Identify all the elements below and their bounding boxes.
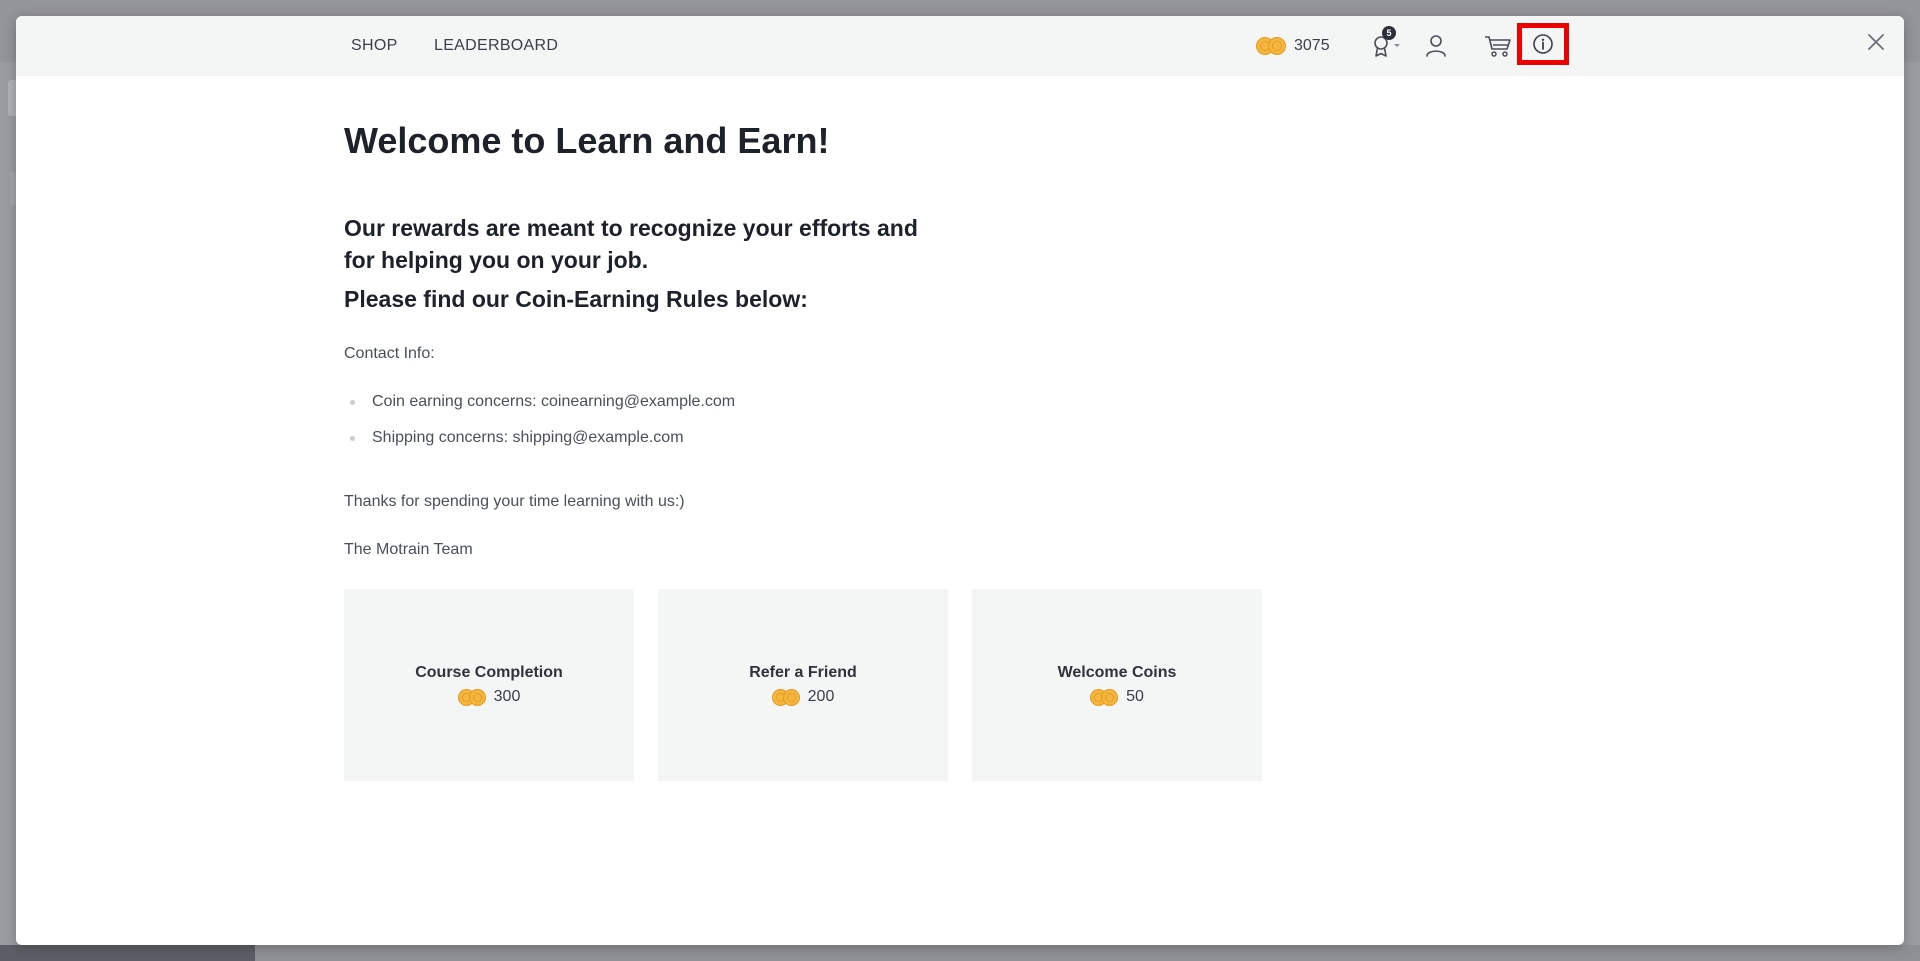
close-button[interactable] bbox=[1864, 30, 1888, 54]
contact-item-coin-earning: Coin earning concerns: coinearning@examp… bbox=[344, 393, 735, 429]
coin-balance: 3075 bbox=[1256, 16, 1330, 76]
coin-balance-value: 3075 bbox=[1294, 37, 1330, 54]
cart-button[interactable] bbox=[1478, 16, 1518, 76]
info-button[interactable] bbox=[1517, 23, 1569, 65]
rule-card-title: Welcome Coins bbox=[1057, 664, 1177, 681]
badges-button[interactable]: 5 bbox=[1366, 16, 1406, 76]
contact-label: Contact Info: bbox=[344, 345, 435, 362]
rule-card-amount-value: 200 bbox=[807, 688, 835, 705]
rule-cards: Course Completion 300 Refer a Friend 200… bbox=[344, 589, 1262, 781]
coins-icon bbox=[1090, 688, 1119, 706]
cart-icon bbox=[1485, 36, 1511, 57]
backdrop-footer bbox=[255, 945, 1920, 961]
page-title: Welcome to Learn and Earn! bbox=[344, 120, 830, 161]
info-icon bbox=[1533, 34, 1553, 54]
rule-card-welcome-coins: Welcome Coins 50 bbox=[972, 589, 1262, 781]
profile-button[interactable] bbox=[1416, 16, 1456, 76]
modal-topbar: SHOP LEADERBOARD 3075 5 bbox=[16, 16, 1904, 76]
user-icon bbox=[1426, 35, 1446, 57]
contact-list: Coin earning concerns: coinearning@examp… bbox=[344, 393, 735, 465]
rule-card-title: Course Completion bbox=[415, 664, 563, 681]
rule-card-title: Refer a Friend bbox=[749, 664, 857, 681]
rule-card-refer-a-friend: Refer a Friend 200 bbox=[658, 589, 948, 781]
coins-icon bbox=[771, 688, 800, 706]
signoff-text: The Motrain Team bbox=[344, 541, 473, 558]
rules-heading: Please find our Coin-Earning Rules below… bbox=[344, 286, 808, 312]
backdrop-sidebar bbox=[0, 945, 255, 961]
intro-text: Our rewards are meant to recognize your … bbox=[344, 215, 918, 273]
contact-item-shipping: Shipping concerns: shipping@example.com bbox=[344, 429, 735, 465]
close-icon bbox=[1868, 34, 1884, 50]
rule-card-amount: 50 bbox=[1090, 688, 1144, 706]
rule-card-amount: 200 bbox=[771, 688, 835, 706]
badge-count: 5 bbox=[1382, 26, 1396, 40]
rule-card-amount: 300 bbox=[457, 688, 521, 706]
coins-icon bbox=[457, 688, 486, 706]
coins-icon bbox=[1256, 37, 1286, 55]
rule-card-amount-value: 50 bbox=[1126, 688, 1144, 705]
thanks-text: Thanks for spending your time learning w… bbox=[344, 493, 685, 510]
rewards-modal: SHOP LEADERBOARD 3075 5 Welcome to Learn… bbox=[16, 16, 1904, 945]
rule-card-course-completion: Course Completion 300 bbox=[344, 589, 634, 781]
nav-leaderboard-link[interactable]: LEADERBOARD bbox=[434, 16, 558, 76]
nav-shop-link[interactable]: SHOP bbox=[351, 16, 398, 76]
rule-card-amount-value: 300 bbox=[493, 688, 521, 705]
